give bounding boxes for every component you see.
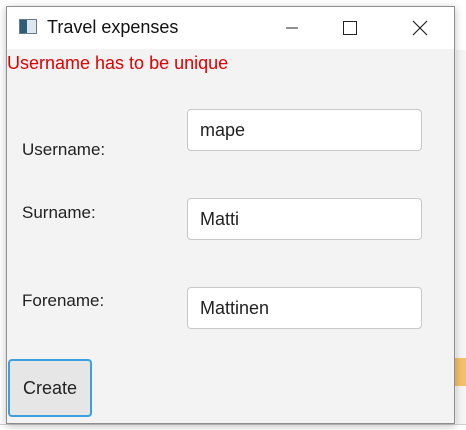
minimize-icon <box>286 27 298 29</box>
travel-expenses-dialog: Travel expenses Username has to be uniqu… <box>6 6 455 424</box>
maximize-icon <box>343 21 357 35</box>
username-field[interactable] <box>187 109 422 151</box>
surname-field[interactable] <box>187 198 422 240</box>
error-message: Username has to be unique <box>7 53 229 73</box>
window-title: Travel expenses <box>47 17 179 37</box>
close-button[interactable] <box>397 7 443 49</box>
create-button[interactable]: Create <box>8 359 92 417</box>
close-icon <box>412 20 428 36</box>
forename-field[interactable] <box>187 287 422 329</box>
app-window-icon <box>19 19 37 34</box>
maximize-button[interactable] <box>327 7 373 49</box>
forename-label: Forename: <box>22 291 105 310</box>
minimize-button[interactable] <box>269 7 315 49</box>
background-bottom-edge <box>0 424 466 430</box>
surname-label: Surname: <box>22 203 96 222</box>
background-tab <box>455 358 466 386</box>
username-label: Username: <box>22 140 106 159</box>
title-bar[interactable]: Travel expenses <box>7 7 454 49</box>
